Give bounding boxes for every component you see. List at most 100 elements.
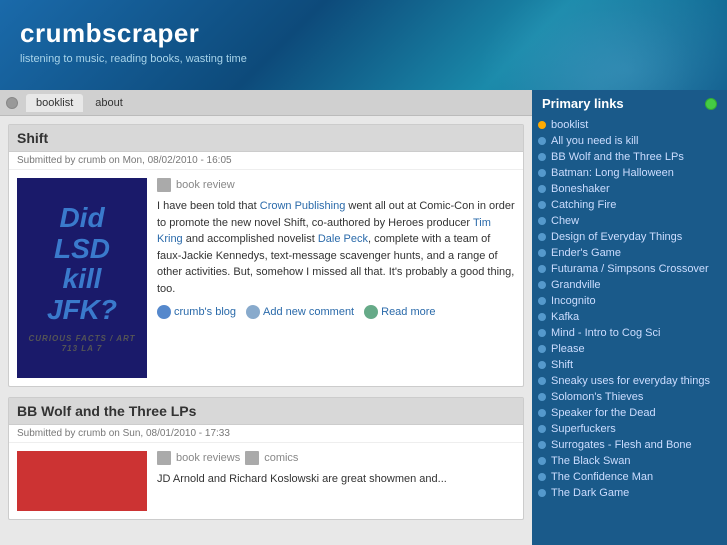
sidebar-item-surrogates[interactable]: Surrogates - Flesh and Bone (538, 437, 721, 453)
bullet-boneshaker (538, 185, 546, 193)
sidebar-link-chew[interactable]: Chew (551, 215, 579, 227)
sidebar-item-speaker[interactable]: Speaker for the Dead (538, 405, 721, 421)
sidebar-link-ender[interactable]: Ender's Game (551, 247, 621, 259)
sidebar-link-batman[interactable]: Batman: Long Halloween (551, 167, 674, 179)
sidebar-link-grandville[interactable]: Grandville (551, 279, 601, 291)
post-bb-wolf: BB Wolf and the Three LPs Submitted by c… (8, 397, 524, 520)
sidebar-item-batman[interactable]: Batman: Long Halloween (538, 165, 721, 181)
read-more-link[interactable]: Read more (364, 305, 435, 319)
sidebar-link-shift[interactable]: Shift (551, 359, 573, 371)
sidebar-item-confidence-man[interactable]: The Confidence Man (538, 469, 721, 485)
sidebar-item-booklist[interactable]: booklist (538, 117, 721, 133)
tab-about[interactable]: about (85, 94, 133, 112)
post-bb-wolf-cover (17, 451, 147, 511)
sidebar-item-boneshaker[interactable]: Boneshaker (538, 181, 721, 197)
sidebar-link-speaker[interactable]: Speaker for the Dead (551, 407, 656, 419)
sidebar-item-ender[interactable]: Ender's Game (538, 245, 721, 261)
sidebar-item-design[interactable]: Design of Everyday Things (538, 229, 721, 245)
sidebar-link-boneshaker[interactable]: Boneshaker (551, 183, 610, 195)
site-tagline: listening to music, reading books, wasti… (20, 53, 707, 65)
tag-icon-1 (157, 451, 171, 465)
bullet-booklist (538, 121, 546, 129)
sidebar-item-solomons[interactable]: Solomon's Thieves (538, 389, 721, 405)
post-bb-wolf-title[interactable]: BB Wolf and the Three LPs (9, 398, 523, 425)
sidebar-item-chew[interactable]: Chew (538, 213, 721, 229)
bullet-mind (538, 329, 546, 337)
tab-booklist[interactable]: booklist (26, 94, 83, 112)
bullet-surrogates (538, 441, 546, 449)
post-shift-text: I have been told that Crown Publishing w… (157, 198, 515, 297)
post-shift-cover: DidLSDkillJFK? CURIOUS FACTS / ART 713 L… (17, 178, 147, 378)
sidebar-item-please[interactable]: Please (538, 341, 721, 357)
sidebar-item-incognito[interactable]: Incognito (538, 293, 721, 309)
bullet-confidence-man (538, 473, 546, 481)
book-cover-text: DidLSDkillJFK? (47, 203, 117, 326)
bullet-incognito (538, 297, 546, 305)
sidebar-item-superfuckers[interactable]: Superfuckers (538, 421, 721, 437)
sidebar-status-dot (705, 98, 717, 110)
sidebar-item-black-swan[interactable]: The Black Swan (538, 453, 721, 469)
sidebar-link-confidence-man[interactable]: The Confidence Man (551, 471, 653, 483)
sidebar-link-sneaky[interactable]: Sneaky uses for everyday things (551, 375, 710, 387)
bullet-catching-fire (538, 201, 546, 209)
sidebar-link-incognito[interactable]: Incognito (551, 295, 596, 307)
sidebar-link-bb-wolf[interactable]: BB Wolf and the Three LPs (551, 151, 684, 163)
post-bb-wolf-content: book reviews comics JD Arnold and Richar… (157, 451, 515, 511)
sidebar-link-solomons[interactable]: Solomon's Thieves (551, 391, 643, 403)
sidebar-link-please[interactable]: Please (551, 343, 585, 355)
sidebar-link-all-you-need[interactable]: All you need is kill (551, 135, 638, 147)
sidebar-link-kafka[interactable]: Kafka (551, 311, 579, 323)
main-layout: booklist about Shift Submitted by crumb … (0, 90, 727, 545)
bullet-shift (538, 361, 546, 369)
post-shift-content: book review I have been told that Crown … (157, 178, 515, 378)
sidebar-item-futurama[interactable]: Futurama / Simpsons Crossover (538, 261, 721, 277)
sidebar: Primary links booklist All you need is k… (532, 90, 727, 545)
posts-container: Shift Submitted by crumb on Mon, 08/02/2… (0, 116, 532, 538)
sidebar-item-sneaky[interactable]: Sneaky uses for everyday things (538, 373, 721, 389)
crumbs-blog-label: crumb's blog (174, 306, 236, 318)
bullet-please (538, 345, 546, 353)
tab-close-icon[interactable] (6, 97, 18, 109)
sidebar-item-dark-game[interactable]: The Dark Game (538, 485, 721, 501)
bullet-dark-game (538, 489, 546, 497)
sidebar-header: Primary links (532, 90, 727, 117)
bullet-bb-wolf (538, 153, 546, 161)
bullet-black-swan (538, 457, 546, 465)
sidebar-item-grandville[interactable]: Grandville (538, 277, 721, 293)
bullet-superfuckers (538, 425, 546, 433)
sidebar-item-shift[interactable]: Shift (538, 357, 721, 373)
add-comment-link[interactable]: Add new comment (246, 305, 354, 319)
sidebar-link-catching-fire[interactable]: Catching Fire (551, 199, 616, 211)
link-dale-peck[interactable]: Dale Peck (318, 233, 368, 245)
sidebar-link-mind[interactable]: Mind - Intro to Cog Sci (551, 327, 660, 339)
sidebar-link-futurama[interactable]: Futurama / Simpsons Crossover (551, 263, 709, 275)
content-area: booklist about Shift Submitted by crumb … (0, 90, 532, 545)
sidebar-link-booklist[interactable]: booklist (551, 119, 588, 131)
sidebar-item-catching-fire[interactable]: Catching Fire (538, 197, 721, 213)
read-icon (364, 305, 378, 319)
bullet-ender (538, 249, 546, 257)
bullet-solomons (538, 393, 546, 401)
bullet-chew (538, 217, 546, 225)
sidebar-link-surrogates[interactable]: Surrogates - Flesh and Bone (551, 439, 692, 451)
post-shift-title[interactable]: Shift (9, 125, 523, 152)
user-icon (157, 305, 171, 319)
crumbs-blog-link[interactable]: crumb's blog (157, 305, 236, 319)
post-shift-tag: book review (176, 179, 235, 191)
sidebar-link-superfuckers[interactable]: Superfuckers (551, 423, 616, 435)
sidebar-item-kafka[interactable]: Kafka (538, 309, 721, 325)
link-crown-publishing[interactable]: Crown Publishing (260, 200, 346, 212)
sidebar-link-black-swan[interactable]: The Black Swan (551, 455, 630, 467)
sidebar-item-bb-wolf[interactable]: BB Wolf and the Three LPs (538, 149, 721, 165)
sidebar-link-dark-game[interactable]: The Dark Game (551, 487, 629, 499)
bullet-speaker (538, 409, 546, 417)
sidebar-item-mind[interactable]: Mind - Intro to Cog Sci (538, 325, 721, 341)
sidebar-link-design[interactable]: Design of Everyday Things (551, 231, 682, 243)
post-shift-meta: Submitted by crumb on Mon, 08/02/2010 - … (9, 152, 523, 170)
tag-icon-2 (245, 451, 259, 465)
post-shift-actions: crumb's blog Add new comment Read more (157, 305, 515, 319)
sidebar-list: booklist All you need is kill BB Wolf an… (532, 117, 727, 501)
post-bb-wolf-tag2: comics (264, 452, 298, 464)
book-cover-sub: CURIOUS FACTS / ART 713 LA 7 (27, 334, 137, 353)
sidebar-item-all-you-need[interactable]: All you need is kill (538, 133, 721, 149)
